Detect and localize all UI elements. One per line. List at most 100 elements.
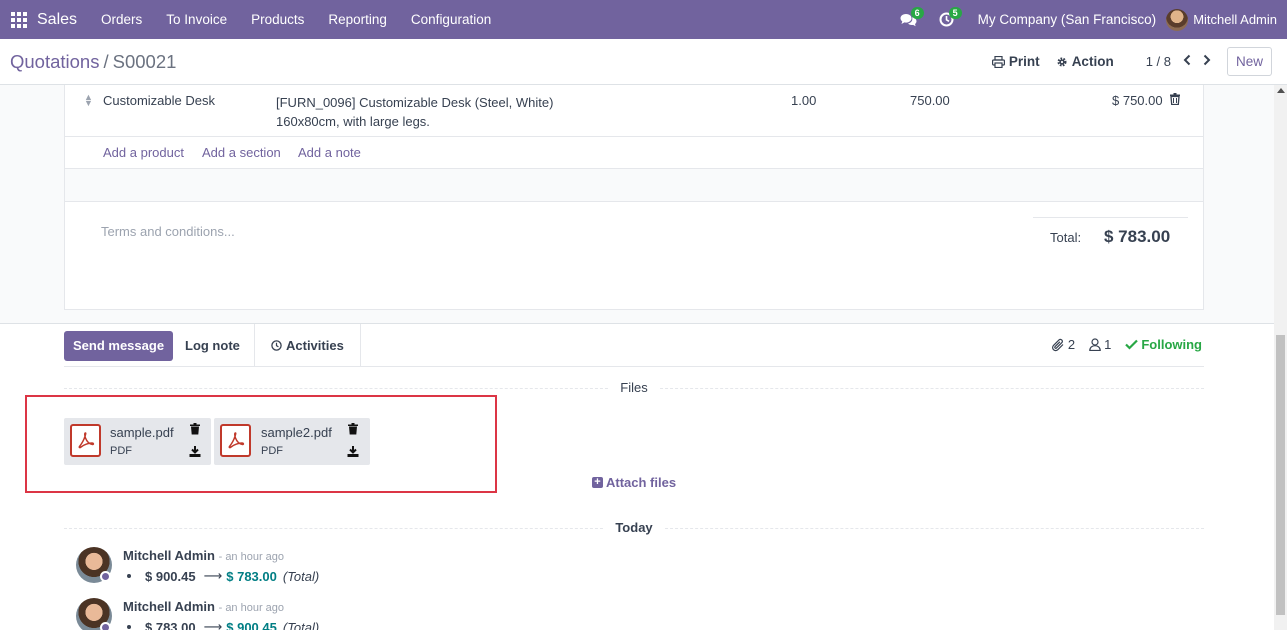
menu-configuration[interactable]: Configuration xyxy=(399,12,503,27)
order-line-unit-price[interactable]: 750.00 xyxy=(910,93,950,108)
download-attachment-button[interactable] xyxy=(189,445,201,460)
author-name[interactable]: Mitchell Admin xyxy=(123,548,215,563)
form-sheet: ▲ ▼ Customizable Desk [FURN_0096] Customi… xyxy=(64,85,1204,310)
new-value: $ 783.00 xyxy=(226,568,277,584)
activities-tab-button[interactable]: Activities xyxy=(254,324,361,367)
log-note-button[interactable]: Log note xyxy=(177,331,248,361)
download-icon xyxy=(189,446,201,457)
pdf-file-icon xyxy=(70,424,101,457)
user-menu[interactable]: Mitchell Admin xyxy=(1166,8,1287,31)
following-label: Following xyxy=(1141,337,1202,352)
breadcrumb-separator: / xyxy=(103,50,109,72)
apps-menu-icon[interactable] xyxy=(0,0,37,39)
delete-attachment-button[interactable] xyxy=(348,423,358,438)
order-line-description[interactable]: [FURN_0096] Customizable Desk (Steel, Wh… xyxy=(276,93,553,131)
bullet-icon xyxy=(127,625,131,629)
online-status-icon xyxy=(100,622,111,630)
breadcrumb-current: S00021 xyxy=(112,50,177,72)
plus-square-icon: + xyxy=(592,477,603,488)
attachment-card[interactable]: sample2.pdf PDF xyxy=(214,418,370,465)
followers-button[interactable]: 1 xyxy=(1089,337,1111,352)
avatar xyxy=(1166,8,1189,31)
chatter: Send message Log note Activities 2 1 Fol… xyxy=(0,323,1274,630)
message-time: - an hour ago xyxy=(218,551,285,563)
menu-reporting[interactable]: Reporting xyxy=(316,12,399,27)
send-message-button[interactable]: Send message xyxy=(64,331,174,361)
breadcrumb-quotations[interactable]: Quotations xyxy=(10,51,99,72)
following-button[interactable]: Following xyxy=(1125,337,1202,352)
pager-value[interactable]: 1 / 8 xyxy=(1146,54,1171,69)
add-note-link[interactable]: Add a note xyxy=(298,145,361,160)
pager-next-button[interactable] xyxy=(1203,53,1211,71)
clock-icon xyxy=(271,340,282,351)
attach-files-button[interactable]: + Attach files xyxy=(592,475,676,490)
online-status-icon xyxy=(100,571,111,582)
trash-icon xyxy=(190,423,200,435)
order-line-product[interactable]: Customizable Desk xyxy=(103,93,215,108)
scroll-up-arrow-icon[interactable] xyxy=(1277,88,1285,93)
menu-to-invoice[interactable]: To Invoice xyxy=(154,12,239,27)
total-separator xyxy=(1033,217,1188,218)
drag-handle-icon[interactable]: ▲ ▼ xyxy=(84,93,93,108)
today-label: Today xyxy=(603,520,665,535)
action-button[interactable]: Action xyxy=(1056,54,1114,69)
attachment-type: PDF xyxy=(261,445,283,457)
order-line-quantity[interactable]: 1.00 xyxy=(791,93,816,108)
tracked-field: (Total) xyxy=(282,568,320,584)
print-label: Print xyxy=(1008,54,1040,69)
check-icon xyxy=(1125,339,1139,350)
scrollbar-thumb[interactable] xyxy=(1276,335,1285,615)
messaging-button[interactable]: 6 xyxy=(890,0,928,39)
breadcrumb: Quotations / S00021 xyxy=(10,51,176,73)
bullet-icon xyxy=(127,574,131,578)
arrow-right-icon: ⟶ xyxy=(203,619,223,630)
top-navbar: Sales Orders To Invoice Products Reporti… xyxy=(0,0,1287,39)
terms-and-conditions-field[interactable]: Terms and conditions... xyxy=(101,224,235,239)
today-divider: Today xyxy=(64,520,1204,535)
control-panel: Quotations / S00021 Print Action 1 / 8 New xyxy=(0,39,1287,85)
attachments-toggle[interactable]: 2 xyxy=(1051,337,1075,352)
download-attachment-button[interactable] xyxy=(347,445,359,460)
chevron-right-icon xyxy=(1203,54,1211,65)
delete-line-button[interactable] xyxy=(1170,93,1180,108)
user-name: Mitchell Admin xyxy=(1193,12,1277,27)
attachment-card[interactable]: sample.pdf PDF xyxy=(64,418,211,465)
activities-button[interactable]: 5 xyxy=(928,0,966,39)
app-name[interactable]: Sales xyxy=(37,11,77,29)
add-section-link[interactable]: Add a section xyxy=(202,145,281,160)
gear-icon xyxy=(1057,57,1067,66)
tracking-value: $ 783.00 ⟶ $ 900.45 (Total) xyxy=(127,619,319,630)
message-time: - an hour ago xyxy=(218,602,285,614)
author-name[interactable]: Mitchell Admin xyxy=(123,599,215,614)
old-value: $ 783.00 xyxy=(145,619,196,630)
messages-count-badge: 6 xyxy=(910,7,924,19)
order-line-subtotal: $ 750.00 xyxy=(1112,93,1163,108)
download-icon xyxy=(347,446,359,457)
trash-icon xyxy=(1170,93,1180,106)
empty-row xyxy=(65,169,1203,202)
chatter-topbar: Send message Log note Activities 2 1 Fol… xyxy=(64,324,1204,367)
arrow-right-icon: ⟶ xyxy=(203,568,223,583)
order-line-row[interactable]: ▲ ▼ Customizable Desk [FURN_0096] Customi… xyxy=(65,85,1203,137)
print-button[interactable]: Print xyxy=(991,54,1040,69)
description-line-2: 160x80cm, with large legs. xyxy=(276,114,430,129)
new-value: $ 900.45 xyxy=(226,619,277,630)
menu-orders[interactable]: Orders xyxy=(89,12,154,27)
old-value: $ 900.45 xyxy=(145,568,196,584)
total-value: $ 783.00 xyxy=(1104,227,1171,246)
delete-attachment-button[interactable] xyxy=(190,423,200,438)
action-label: Action xyxy=(1071,54,1114,69)
new-button[interactable]: New xyxy=(1226,47,1272,76)
message-author: Mitchell Admin - an hour ago xyxy=(123,548,284,563)
add-product-link[interactable]: Add a product xyxy=(103,145,184,160)
print-icon xyxy=(991,55,1005,68)
files-label: Files xyxy=(608,380,660,395)
files-divider: Files xyxy=(64,380,1204,395)
attachment-type: PDF xyxy=(110,445,132,457)
company-switcher[interactable]: My Company (San Francisco) xyxy=(966,12,1167,27)
total-label: Total: xyxy=(1050,230,1082,245)
attachments-count: 2 xyxy=(1067,337,1076,352)
pager-previous-button[interactable] xyxy=(1183,53,1191,71)
menu-products[interactable]: Products xyxy=(239,12,316,27)
attach-files-label: Attach files xyxy=(606,475,677,490)
